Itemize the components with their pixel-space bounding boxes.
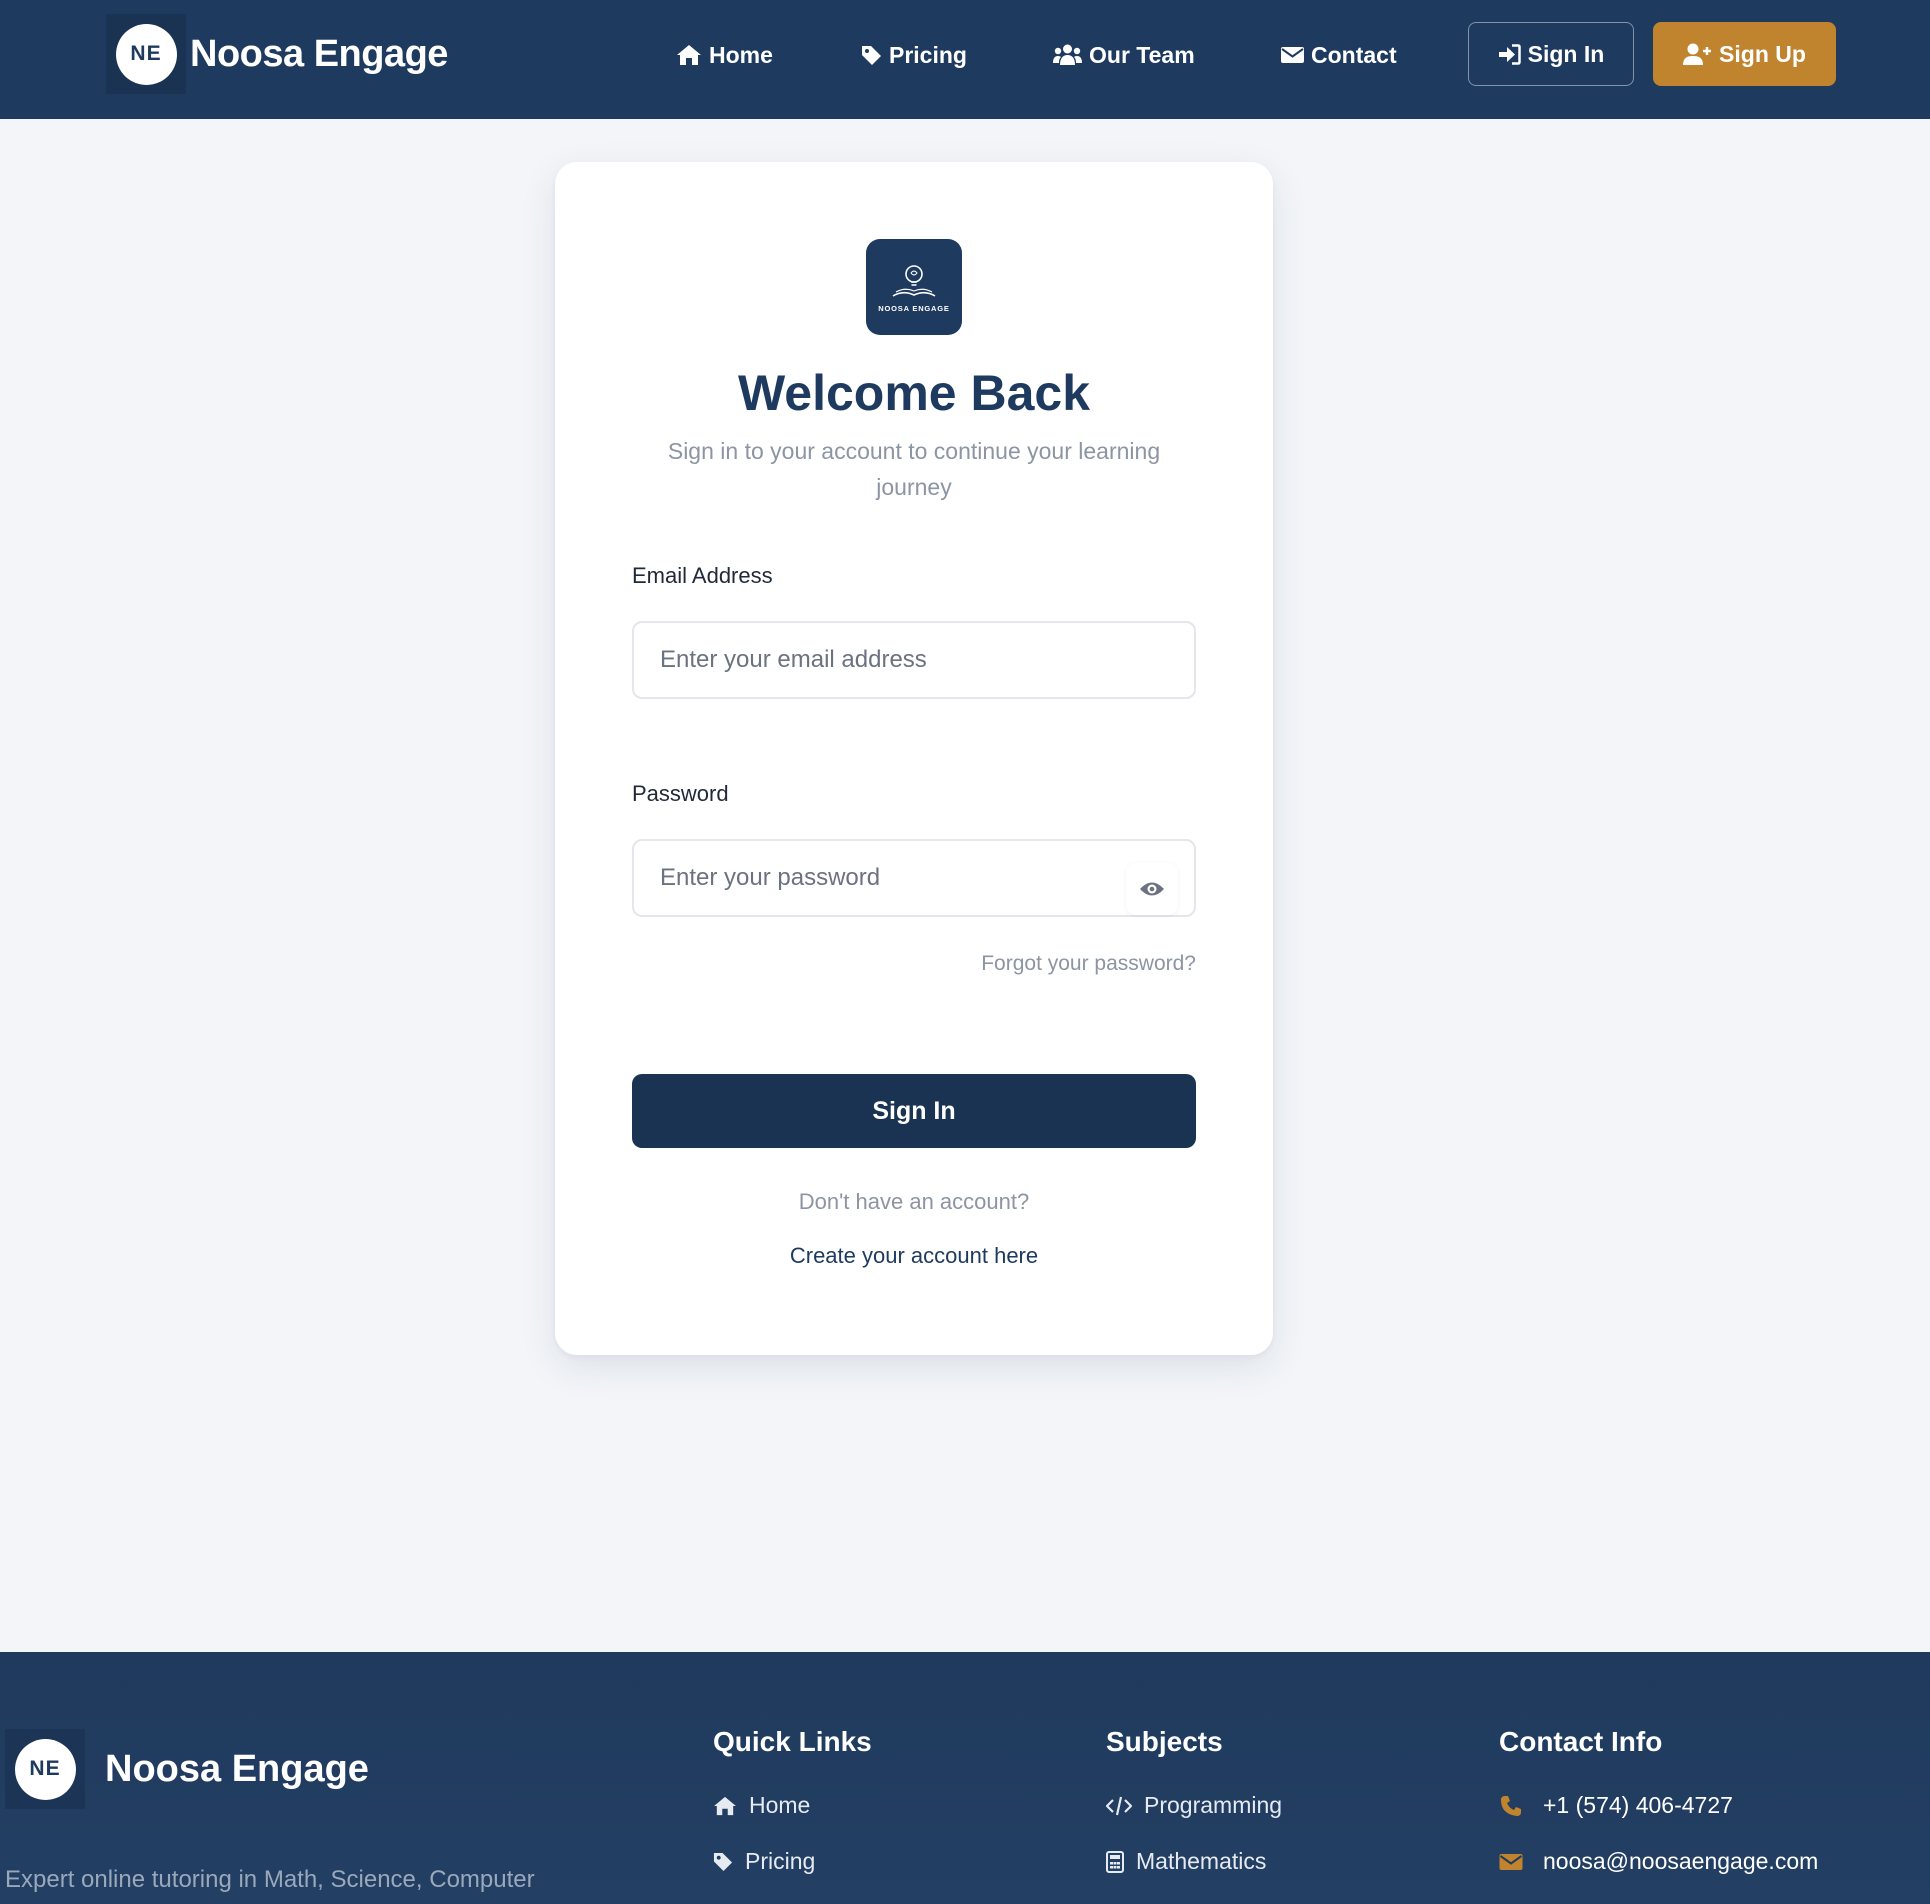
subjects-heading: Subjects [1106,1726,1223,1757]
email-field[interactable] [632,621,1196,699]
nav-link-label: Our Team [1089,41,1195,68]
header-sign-up-label: Sign Up [1719,40,1806,67]
footer-phone-text: +1 (574) 406-4727 [1543,1792,1733,1818]
footer-logo: NE [5,1729,85,1809]
calculator-icon [1106,1850,1124,1873]
footer-subject-mathematics[interactable]: Mathematics [1106,1848,1266,1875]
footer: NE Noosa Engage Expert online tutoring i… [0,1652,1930,1904]
page-subtitle: Sign in to your account to continue your… [667,438,1161,500]
card-logo: NOOSA ENGAGE [866,239,962,335]
sign-in-icon [1498,43,1521,65]
user-plus-icon [1683,43,1712,65]
brand-initials: NE [115,23,177,85]
no-account-text: Don't have an account? [798,1189,1030,1214]
footer-description: Expert online tutoring in Math, Science,… [5,1866,535,1893]
home-icon [714,1796,736,1815]
contact-info-heading: Contact Info [1499,1726,1663,1757]
brand-name: Noosa Engage [190,32,448,75]
brand-logo: NE [106,14,186,94]
brand-logo-link[interactable]: NE Noosa Engage [106,14,448,94]
footer-link-home[interactable]: Home [713,1792,810,1819]
footer-link-label: Home [749,1792,811,1818]
nav-link-our-team[interactable]: Our Team [1053,38,1195,72]
email-label: Email Address [632,563,773,588]
password-field[interactable] [632,839,1196,917]
login-card: NOOSA ENGAGE Welcome Back Sign in to you… [555,162,1273,1355]
toggle-password-visibility-button[interactable] [1126,863,1178,915]
footer-contact-phone[interactable]: +1 (574) 406-4727 [1499,1792,1733,1819]
phone-icon [1501,1795,1521,1816]
footer-email-text: noosa@noosaengage.com [1543,1848,1819,1874]
header-sign-up-button[interactable]: Sign Up [1653,22,1836,86]
footer-brand-name: Noosa Engage [105,1747,369,1790]
lightbulb-book-icon [892,264,936,297]
code-icon [1106,1796,1132,1815]
tag-icon [862,45,881,65]
header-sign-in-button[interactable]: Sign In [1468,22,1634,86]
footer-brand: NE Noosa Engage [5,1729,369,1809]
users-icon [1053,44,1082,65]
footer-subject-label: Programming [1144,1792,1283,1818]
quick-links-heading: Quick Links [713,1726,872,1757]
footer-subject-label: Mathematics [1136,1848,1267,1874]
card-logo-text: NOOSA ENGAGE [878,303,950,313]
nav-link-pricing[interactable]: Pricing [861,38,967,72]
footer-subject-programming[interactable]: Programming [1106,1792,1282,1819]
footer-brand-initials: NE [14,1738,76,1800]
create-account-link[interactable]: Create your account here [555,1243,1273,1269]
sign-in-submit-button[interactable]: Sign In [632,1074,1196,1148]
footer-contact-email[interactable]: noosa@noosaengage.com [1499,1848,1818,1875]
footer-link-pricing[interactable]: Pricing [713,1848,815,1875]
forgot-password-link[interactable]: Forgot your password? [981,952,1196,976]
footer-link-label: Pricing [745,1848,816,1874]
home-icon [677,45,701,65]
page-title: Welcome Back [737,365,1091,421]
nav-link-label: Home [709,41,773,68]
nav-link-label: Pricing [889,41,967,68]
eye-icon [1140,882,1164,896]
nav-link-home[interactable]: Home [676,38,773,72]
nav-link-label: Contact [1311,41,1397,68]
envelope-icon [1499,1853,1523,1870]
header-sign-in-label: Sign In [1527,40,1605,67]
nav-link-contact[interactable]: Contact [1281,38,1397,72]
top-navbar: NE Noosa Engage Home Pricing Our Team Co… [0,0,1930,119]
envelope-icon [1281,47,1304,63]
tag-icon [713,1852,733,1871]
password-label: Password [632,781,729,806]
